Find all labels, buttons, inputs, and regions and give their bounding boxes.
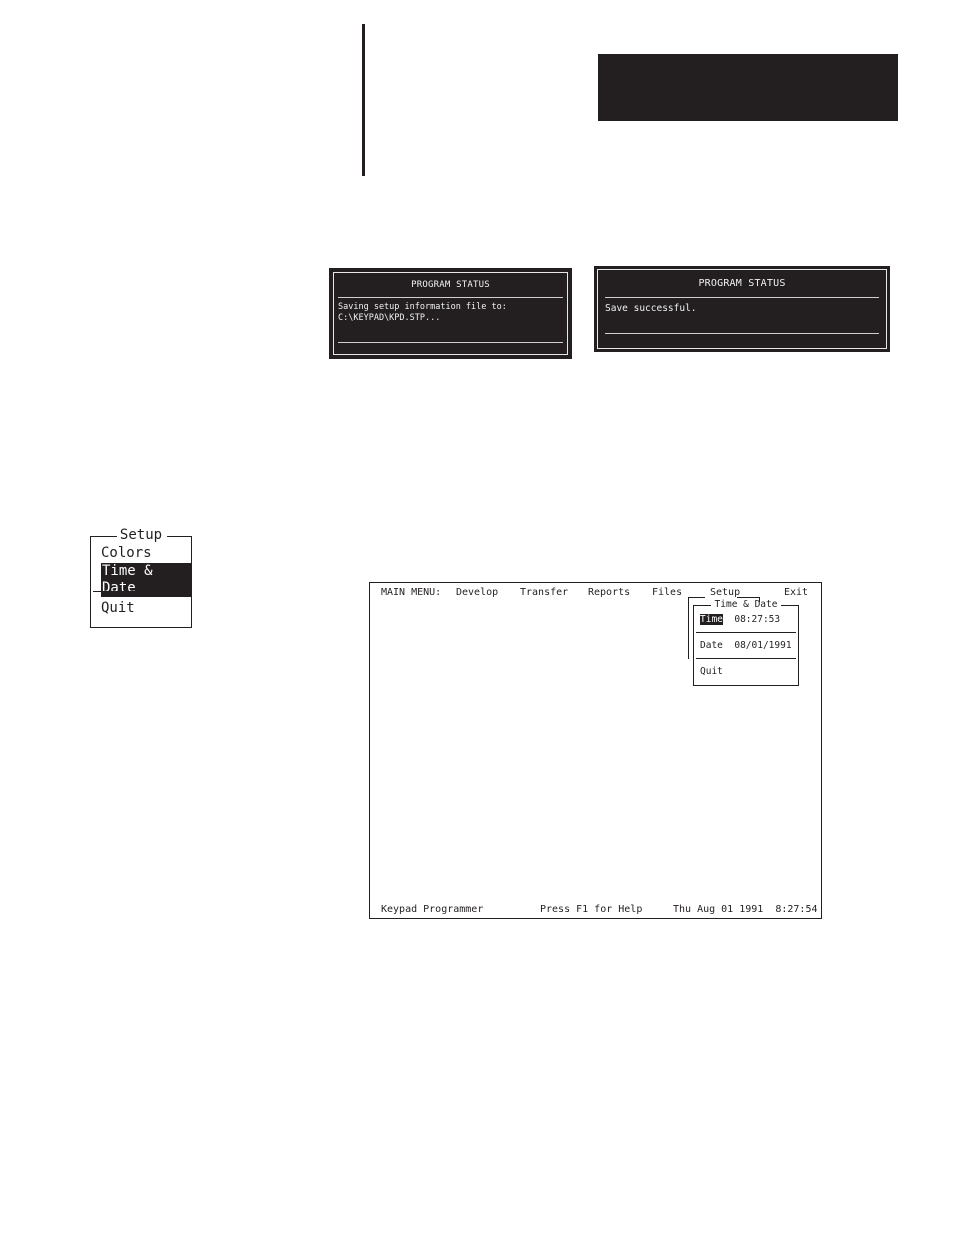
menu-files[interactable]: Files: [652, 587, 682, 598]
popup-title: Time & Date: [714, 599, 778, 610]
margin-vertical-rule: [362, 24, 365, 176]
menu-item-colors[interactable]: Colors: [101, 545, 152, 562]
keypad-programmer-screen: MAIN MENU: Develop Transfer Reports File…: [369, 582, 822, 919]
menu-reports[interactable]: Reports: [588, 587, 630, 598]
setup-submenu-frame: [688, 597, 705, 598]
status-datetime: Thu Aug 01 1991 8:27:54: [673, 904, 818, 915]
main-menu-label: MAIN MENU:: [381, 587, 442, 598]
dialog-divider: [338, 342, 563, 343]
time-row[interactable]: Time 08:27:53: [700, 614, 780, 625]
dialog-title: PROGRAM STATUS: [411, 280, 490, 290]
setup-submenu-frame: [688, 597, 689, 659]
setup-menu: Setup Colors Time & Date Quit: [90, 527, 192, 628]
dialog-message: Save successful.: [605, 303, 697, 314]
popup-quit[interactable]: Quit: [700, 666, 723, 677]
status-help-hint: Press F1 for Help: [540, 904, 643, 915]
time-date-popup: Time & Date Time 08:27:53 Date 08/01/199…: [693, 599, 799, 686]
dialog-title: PROGRAM STATUS: [698, 278, 786, 289]
menu-develop[interactable]: Develop: [456, 587, 498, 598]
dialog-message: Saving setup information file to: C:\KEY…: [338, 302, 507, 323]
menu-setup[interactable]: Setup: [710, 587, 740, 598]
program-status-dialog-saving: PROGRAM STATUS Saving setup information …: [329, 268, 572, 359]
date-label: Date: [700, 640, 723, 651]
dialog-divider: [605, 333, 879, 334]
setup-submenu-frame: [737, 597, 759, 598]
setup-menu-title: Setup: [119, 527, 163, 543]
menu-transfer[interactable]: Transfer: [520, 587, 568, 598]
chapter-header-bar: [598, 54, 898, 121]
time-value[interactable]: 08:27:53: [734, 614, 780, 625]
menu-divider: [93, 591, 189, 592]
popup-divider: [696, 632, 796, 633]
menu-exit[interactable]: Exit: [784, 587, 808, 598]
program-status-dialog-success: PROGRAM STATUS Save successful.: [594, 266, 890, 352]
date-value[interactable]: 08/01/1991: [734, 640, 791, 651]
date-row[interactable]: Date 08/01/1991: [700, 640, 792, 651]
dialog-divider: [605, 297, 879, 298]
dialog-divider: [338, 297, 563, 298]
popup-divider: [696, 658, 796, 659]
menu-item-quit[interactable]: Quit: [101, 600, 135, 617]
time-label: Time: [700, 614, 723, 625]
status-app-name: Keypad Programmer: [381, 904, 484, 915]
